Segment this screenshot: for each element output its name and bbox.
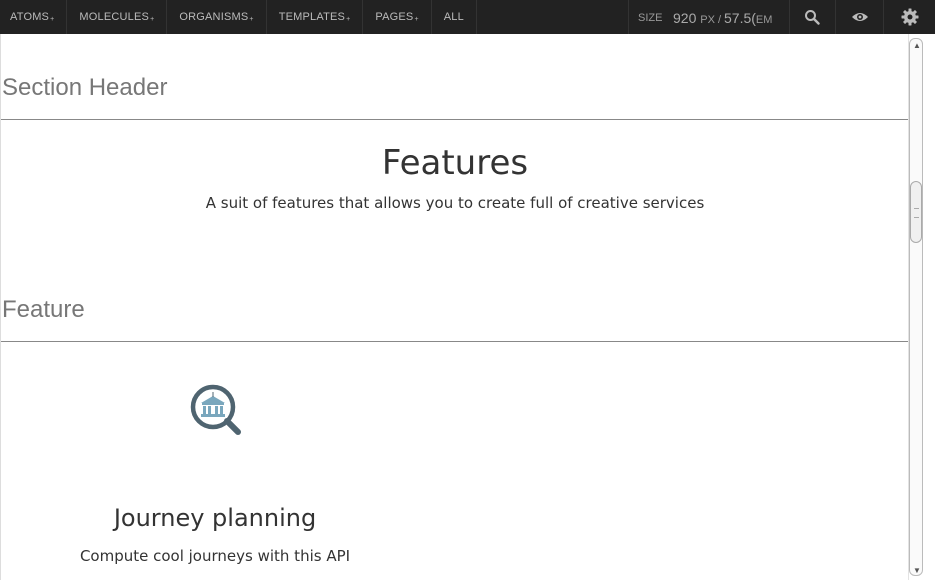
pattern-lab-toolbar: ATOMS+ MOLECULES+ ORGANISMS+ TEMPLATES+ … <box>0 0 935 34</box>
section-header-title: Section Header <box>2 74 168 101</box>
plus-icon: + <box>249 16 254 23</box>
feature-title: Journey planning <box>113 504 317 532</box>
feature-description: Compute cool journeys with this API <box>79 547 351 565</box>
viewport-size-display: SIZE 920 PX / 57.5(EM <box>628 0 790 34</box>
plus-icon: + <box>414 16 419 23</box>
plus-icon: + <box>150 16 155 23</box>
plus-icon: + <box>346 16 351 23</box>
scroll-up-arrow-icon[interactable]: ▲ <box>913 41 921 50</box>
feature-section-title: Feature <box>2 296 85 323</box>
viewport-scrollbar[interactable]: ▲ ▼ <box>908 34 935 580</box>
search-button[interactable] <box>789 0 836 34</box>
view-mode-button[interactable] <box>837 0 884 34</box>
nav-atoms[interactable]: ATOMS+ <box>0 0 68 34</box>
plus-icon: + <box>50 16 55 23</box>
features-title: Features <box>381 143 529 183</box>
size-px-input[interactable]: 920 PX / <box>673 10 721 26</box>
scroll-down-arrow-icon[interactable]: ▼ <box>913 566 921 575</box>
gear-icon <box>901 8 919 26</box>
pattern-viewport[interactable]: Section Header Features A suit of featur… <box>0 34 908 580</box>
search-icon <box>805 10 820 25</box>
eye-icon <box>852 13 868 21</box>
nav-pages[interactable]: PAGES+ <box>363 0 432 34</box>
scrollbar-thumb[interactable] <box>910 181 922 243</box>
pattern-nav: ATOMS+ MOLECULES+ ORGANISMS+ TEMPLATES+ … <box>0 0 477 34</box>
size-label: SIZE <box>638 12 663 24</box>
nav-templates[interactable]: TEMPLATES+ <box>267 0 364 34</box>
settings-button[interactable] <box>885 0 935 34</box>
features-subtitle: A suit of features that allows you to cr… <box>205 194 705 212</box>
nav-all[interactable]: ALL <box>432 0 477 34</box>
nav-organisms[interactable]: ORGANISMS+ <box>167 0 267 34</box>
feature-divider <box>1 341 908 342</box>
size-em-input[interactable]: 57.5(EM <box>724 10 772 26</box>
magnifier-building-icon <box>190 384 241 435</box>
nav-molecules[interactable]: MOLECULES+ <box>67 0 168 34</box>
scrollbar-track[interactable]: ▲ ▼ <box>909 38 923 576</box>
section-divider <box>1 119 908 120</box>
scroll-grip-icon <box>914 208 919 218</box>
